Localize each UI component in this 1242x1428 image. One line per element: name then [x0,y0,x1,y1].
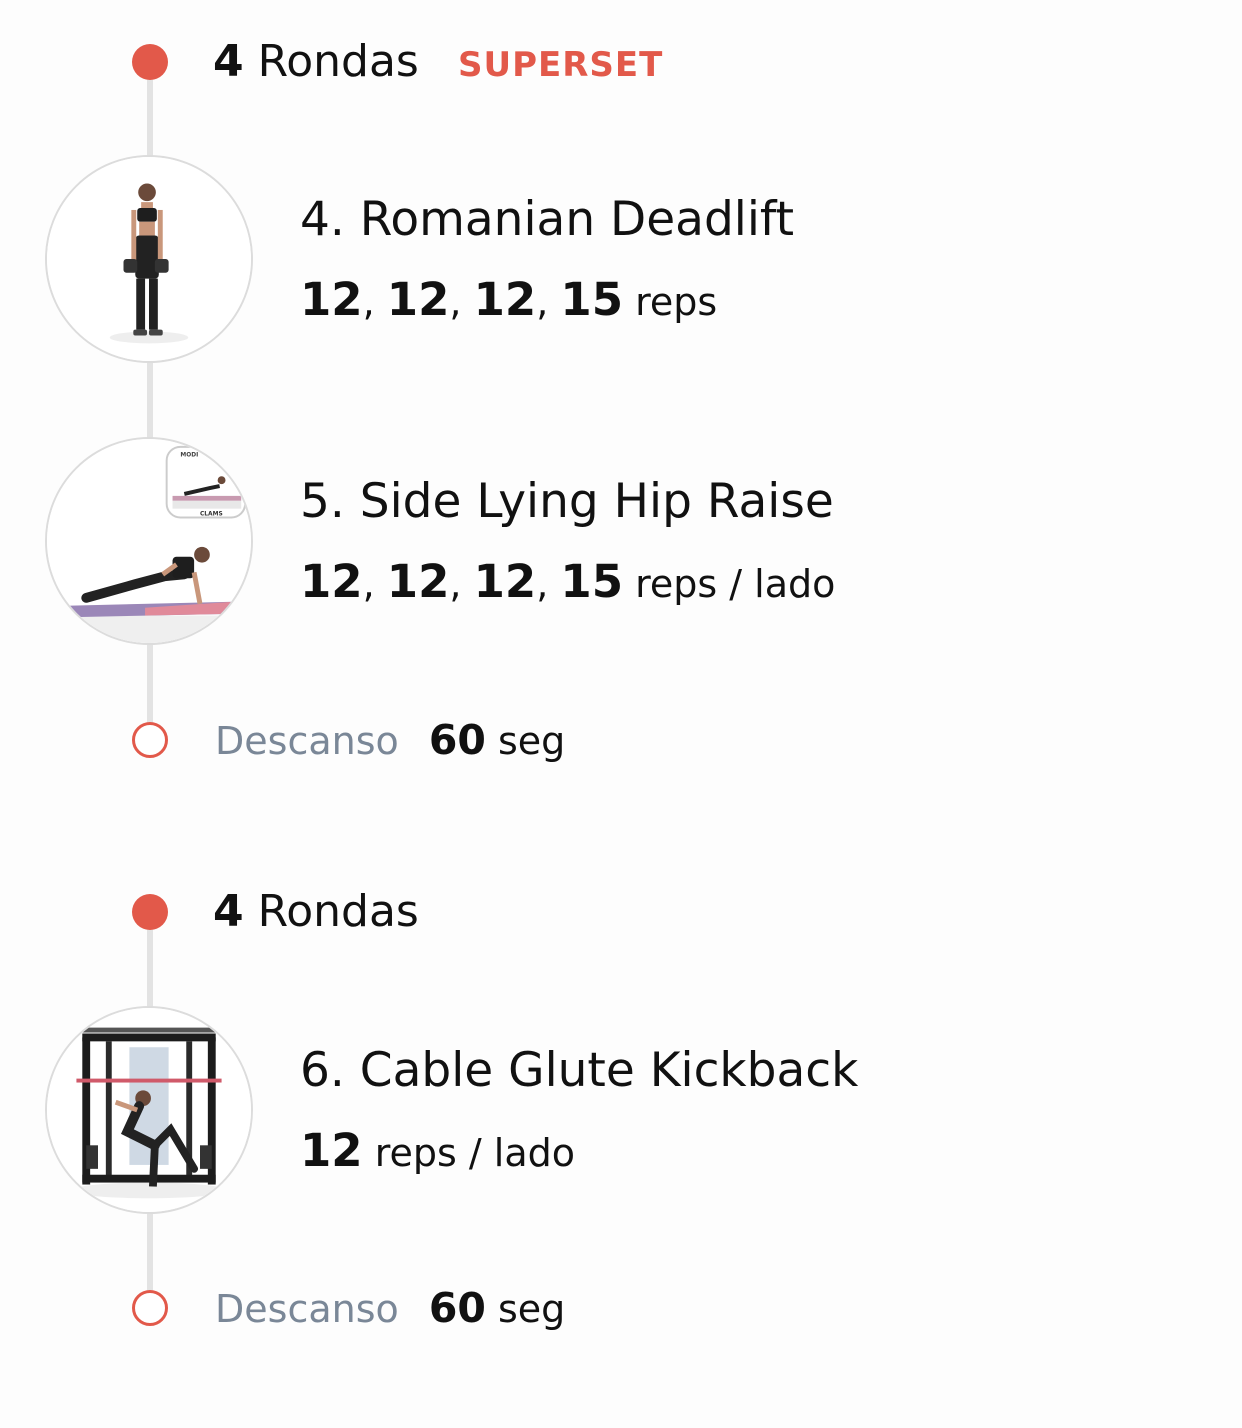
rest-unit: seg [498,1287,566,1331]
superset-badge: SUPERSET [458,45,664,85]
romanian-deadlift-image [47,157,251,361]
reps-unit: reps [635,280,718,324]
round-header: 4 Rondas [213,882,419,942]
rest-marker-dot [132,722,168,758]
inset-caption: MODI [180,453,198,459]
exercise-title[interactable]: 6. Cable Glute Kickback [300,1041,858,1101]
rest-label: Descanso [215,719,399,763]
round-label: Rondas [257,36,419,87]
exercise-title[interactable]: 4. Romanian Deadlift [300,190,794,250]
reps-unit: reps / lado [374,1131,575,1175]
rest-row: Descanso 60 seg [215,1280,565,1337]
rest-value: 60 [428,1284,486,1332]
exercise-reps: 12, 12, 12, 15 reps / lado [300,555,836,608]
rest-marker-dot [132,1290,168,1326]
rest-value: 60 [428,716,486,764]
rest-unit: seg [498,719,566,763]
rest-label: Descanso [215,1287,399,1331]
exercise-thumbnail[interactable] [45,155,253,363]
inset-label: CLAMS [200,512,223,518]
round-header: 4 Rondas [213,32,419,92]
exercise-reps: 12 reps / lado [300,1124,575,1177]
cable-glute-kickback-image [47,1008,251,1212]
reps-unit: reps / lado [635,562,836,606]
exercise-title[interactable]: 5. Side Lying Hip Raise [300,472,834,532]
side-lying-hip-raise-image: MODI CLAMS [47,439,251,643]
round-count: 4 [213,36,244,87]
round-count: 4 [213,886,244,937]
rest-row: Descanso 60 seg [215,712,565,769]
exercise-reps: 12, 12, 12, 15 reps [300,273,718,326]
exercise-thumbnail[interactable] [45,1006,253,1214]
exercise-thumbnail[interactable]: MODI CLAMS [45,437,253,645]
round-label: Rondas [257,886,419,937]
round-marker-dot [132,44,168,80]
round-marker-dot [132,894,168,930]
